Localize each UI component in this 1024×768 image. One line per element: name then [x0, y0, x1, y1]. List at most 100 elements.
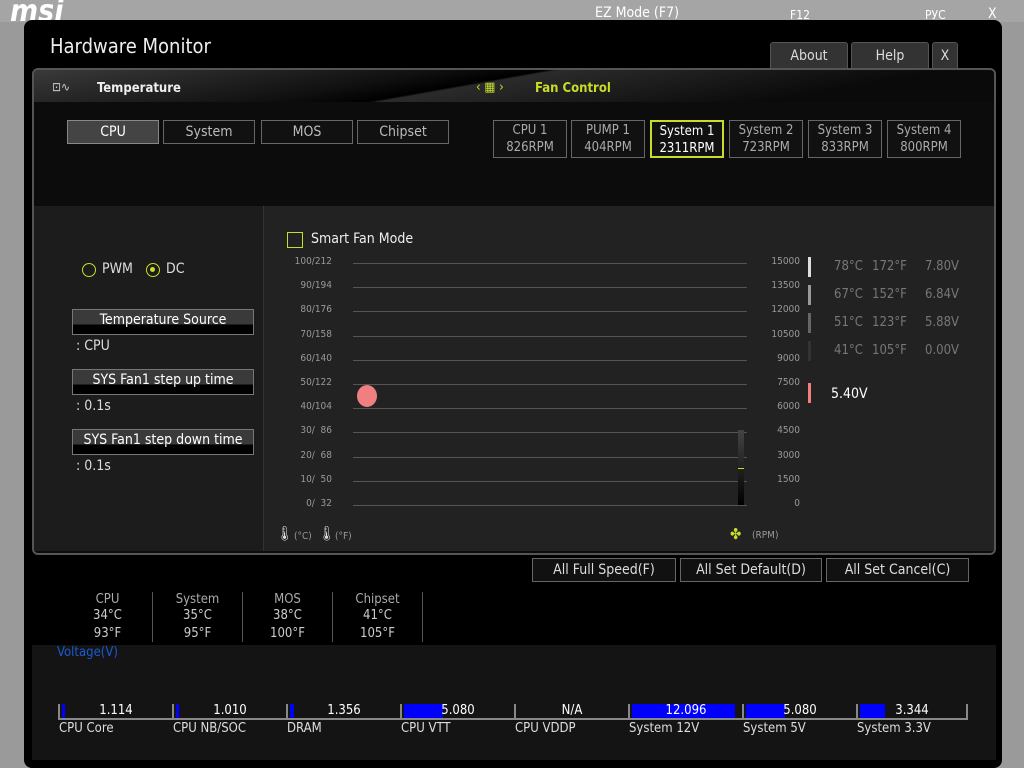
fan-rpm: 833RPM — [821, 140, 869, 155]
y-tick-rpm: 0 — [794, 498, 800, 509]
temperature-source-value: : CPU — [76, 338, 110, 354]
y-tick-temp: 50/122 — [300, 377, 332, 388]
fahrenheit-unit: (°F) — [335, 531, 352, 542]
temp-source-cpu[interactable]: CPU — [67, 120, 159, 144]
gridline — [353, 480, 747, 482]
fan-button-system-1[interactable]: System 1 2311RPM — [650, 120, 724, 158]
close-button[interactable]: X — [932, 42, 958, 68]
fan-rpm: 404RPM — [584, 140, 632, 155]
fan-name: CPU 1 — [512, 123, 548, 138]
step-up-time-value: : 0.1s — [76, 398, 111, 414]
y-tick-temp: 80/176 — [300, 304, 332, 316]
voltage-name: CPU VDDP — [515, 721, 576, 736]
temp-celsius: 34°C — [93, 608, 122, 623]
voltage-bar-cpu-nb-soc: 1.010 — [172, 704, 286, 720]
help-tab[interactable]: Help — [851, 42, 929, 68]
legend-temp-f: 172°F — [872, 259, 907, 274]
fan-name: PUMP 1 — [586, 123, 630, 138]
voltage-bar-cpu-vddp: N/A — [514, 704, 628, 720]
pwm-label: PWM — [102, 261, 133, 277]
y-tick-temp: 20/ 68 — [300, 449, 332, 461]
y-tick-temp: 40/104 — [300, 401, 332, 413]
fan-curve-point[interactable] — [357, 385, 377, 408]
legend-temp-f: 152°F — [872, 287, 907, 302]
voltage-value: 1.356 — [327, 703, 361, 718]
legend-temp-c: 51°C — [834, 315, 863, 330]
legend-temp-c: 41°C — [834, 343, 863, 358]
background-header — [0, 0, 1024, 22]
temp-celsius: 38°C — [273, 608, 302, 623]
temp-source-mos[interactable]: MOS — [261, 120, 353, 144]
gridline — [353, 263, 747, 264]
fan-control-section-label: Fan Control — [535, 81, 611, 96]
step-down-time-button[interactable]: SYS Fan1 step down time — [72, 429, 254, 455]
y-tick-rpm: 1500 — [777, 473, 800, 485]
dialog-title: Hardware Monitor — [50, 34, 211, 58]
y-tick-rpm: 9000 — [777, 352, 800, 364]
fan-name: System 2 — [738, 123, 794, 138]
thermometer-f-icon: 🌡 — [318, 526, 336, 542]
fan-name: System 3 — [817, 123, 873, 138]
voltage-name: CPU NB/SOC — [173, 721, 247, 736]
legend-marker — [808, 285, 811, 305]
legend-voltage: 7.80V — [925, 259, 960, 274]
gridline — [353, 408, 747, 410]
fan-rpm: 800RPM — [900, 140, 948, 155]
fan-button-cpu-1[interactable]: CPU 1 826RPM — [493, 120, 567, 158]
temp-fahrenheit: 93°F — [93, 626, 122, 641]
ez-mode-button[interactable]: EZ Mode (F7) — [595, 5, 679, 21]
temp-fahrenheit: 105°F — [360, 626, 395, 641]
all-full-speed-button[interactable]: All Full Speed(F) — [532, 558, 676, 582]
fan-button-system-2[interactable]: System 2 723RPM — [729, 120, 803, 158]
y-tick-rpm: 13500 — [771, 280, 800, 292]
y-tick-rpm: 4500 — [777, 425, 800, 437]
temperature-icon: ⊡∿ — [52, 80, 71, 94]
voltage-value: N/A — [561, 703, 583, 718]
legend-temp-c: 67°C — [834, 287, 863, 302]
smart-fan-mode-checkbox[interactable] — [287, 232, 303, 248]
temp-readout-chipset: Chipset 41°C 105°F — [333, 592, 423, 642]
gridline — [353, 311, 747, 313]
fan-rpm: 723RPM — [742, 140, 790, 155]
step-up-time-button[interactable]: SYS Fan1 step up time — [72, 369, 254, 395]
y-tick-temp: 100/212 — [294, 256, 332, 267]
all-set-cancel-button[interactable]: All Set Cancel(C) — [826, 558, 969, 582]
fan-button-pump-1[interactable]: PUMP 1 404RPM — [571, 120, 645, 158]
y-tick-temp: 90/194 — [300, 280, 332, 292]
fan-button-system-4[interactable]: System 4 800RPM — [887, 120, 961, 158]
thermometer-c-icon: 🌡 — [276, 526, 294, 542]
temperature-source-button[interactable]: Temperature Source — [72, 309, 254, 335]
all-set-default-button[interactable]: All Set Default(D) — [680, 558, 822, 582]
temp-readout-system: System 35°C 95°F — [153, 592, 243, 642]
step-down-time-value: : 0.1s — [76, 458, 111, 474]
temp-source-chipset[interactable]: Chipset — [357, 120, 449, 144]
y-tick-rpm: 7500 — [777, 377, 800, 388]
smart-fan-mode-label: Smart Fan Mode — [311, 231, 414, 247]
temp-source-system[interactable]: System — [163, 120, 255, 144]
gridline — [353, 505, 747, 506]
legend-voltage: 6.84V — [925, 287, 960, 302]
gridline — [353, 335, 747, 337]
legend-temp-f: 123°F — [872, 315, 907, 330]
voltage-bar-system-3-3v: 3.344 — [856, 704, 968, 720]
voltage-bar-system-5v: 5.080 — [742, 704, 856, 720]
voltage-name: System 5V — [743, 721, 806, 736]
fan-name: System 4 — [896, 123, 952, 138]
voltage-name: CPU Core — [59, 721, 114, 736]
gridline — [353, 432, 747, 434]
about-tab[interactable]: About — [770, 42, 848, 68]
pwm-radio[interactable] — [82, 263, 96, 277]
fan-button-system-3[interactable]: System 3 833RPM — [808, 120, 882, 158]
voltage-name: System 12V — [629, 721, 700, 736]
voltage-title: Voltage(V) — [57, 645, 118, 660]
temp-celsius: 41°C — [363, 608, 392, 623]
temp-fahrenheit: 100°F — [270, 626, 305, 641]
legend-marker — [808, 313, 811, 333]
temp-name: System — [175, 592, 220, 607]
gridline — [353, 384, 747, 385]
voltage-value: 5.080 — [783, 703, 817, 718]
dc-radio[interactable] — [146, 263, 160, 277]
y-tick-rpm: 3000 — [777, 449, 800, 461]
y-tick-temp: 30/ 86 — [300, 425, 332, 437]
y-tick-temp: 60/140 — [300, 352, 332, 364]
